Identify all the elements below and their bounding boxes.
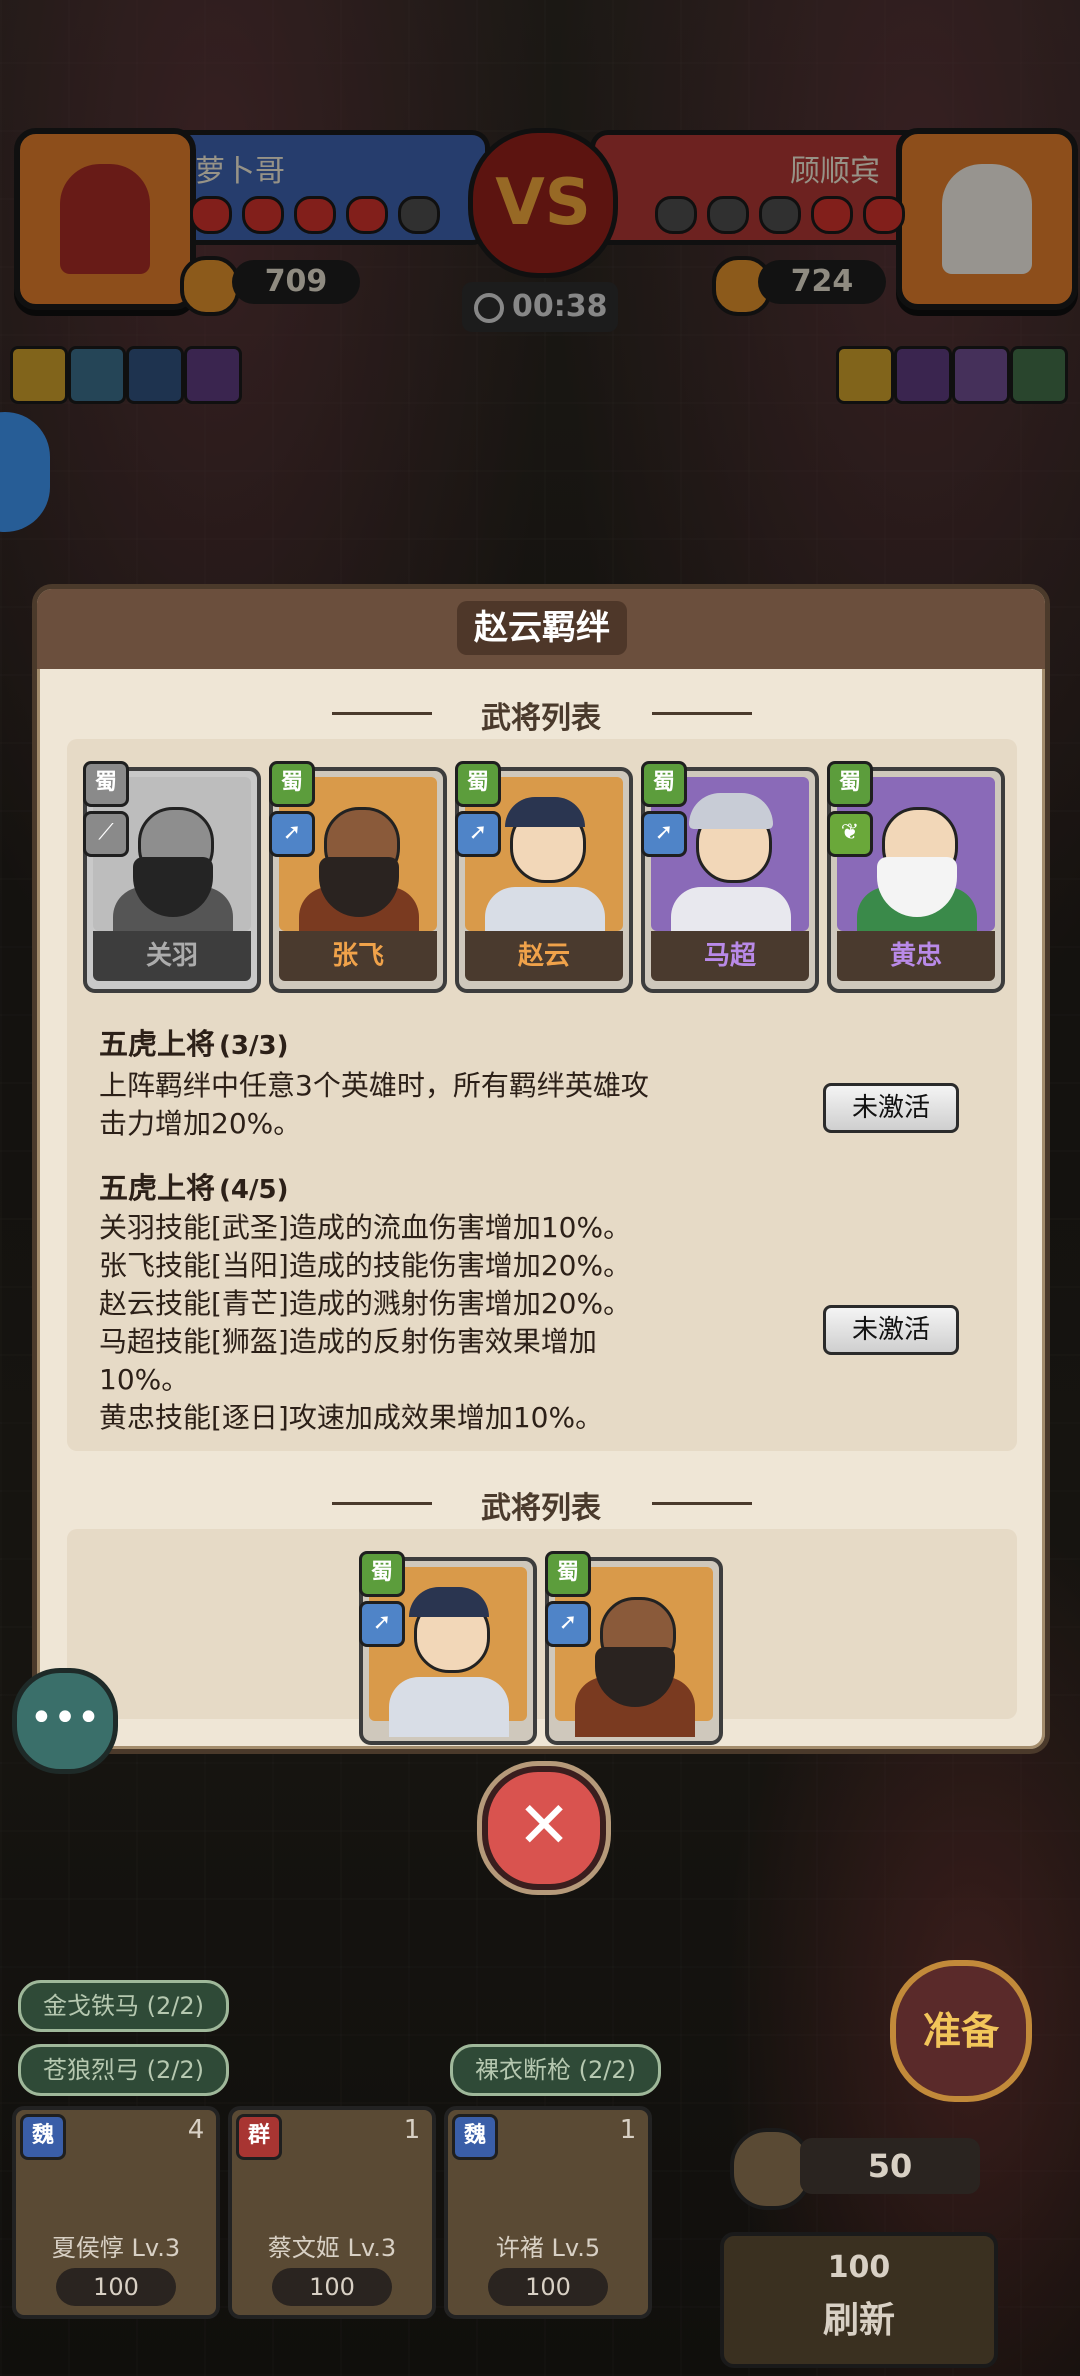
faction-badge: 蜀 [455, 761, 501, 807]
unit-cost: 100 [272, 2268, 392, 2306]
faction-badge: 蜀 [827, 761, 873, 807]
spear-icon: ➚ [359, 1601, 405, 1647]
spear-icon: ➚ [455, 811, 501, 857]
spear-icon: ➚ [641, 811, 687, 857]
star-count: 1 [619, 2115, 637, 2145]
refresh-cost: 100 [827, 2250, 891, 2285]
ready-button[interactable]: 准备 [890, 1960, 1032, 2102]
close-icon: ✕ [517, 1789, 571, 1863]
divider [652, 1502, 752, 1505]
bond-status-button[interactable]: 未激活 [823, 1305, 959, 1355]
unit-name: 蔡文姬 Lv.3 [267, 2234, 397, 2262]
portrait-body [389, 1677, 509, 1737]
gold-amount: 50 [800, 2138, 980, 2194]
synergy-tag[interactable]: 裸衣断枪 (2/2) [450, 2044, 661, 2096]
faction-badge: 蜀 [83, 761, 129, 807]
portrait-hair [505, 797, 585, 827]
blade-icon: ⟋ [83, 811, 129, 857]
bond-description: 关羽技能[武圣]造成的流血伤害增加10%。 张飞技能[当阳]造成的技能伤害增加2… [99, 1209, 819, 1437]
star-count: 1 [403, 2115, 421, 2145]
unit-cost: 100 [488, 2268, 608, 2306]
divider [652, 712, 752, 715]
shop-unit-card[interactable]: 魏 1 许褚 Lv.5 100 [444, 2106, 652, 2319]
close-button[interactable]: ✕ [482, 1766, 606, 1890]
refresh-label: 刷新 [822, 2300, 895, 2341]
faction-badge: 蜀 [641, 761, 687, 807]
bond-line: 关羽技能[武圣]造成的流血伤害增加10%。 [99, 1211, 632, 1244]
shop-unit-card[interactable]: 魏 4 夏侯惇 Lv.3 100 [12, 2106, 220, 2319]
bond-line: 马超技能[狮盔]造成的反射伤害效果增加 [99, 1325, 597, 1358]
modal-title: 赵云羁绊 [457, 601, 627, 655]
generals-panel-2 [67, 1529, 1017, 1719]
unit-name: 许褚 Lv.5 [495, 2234, 601, 2262]
general-name: 赵云 [465, 931, 623, 981]
star-count: 4 [187, 2115, 205, 2145]
spear-icon: ➚ [545, 1601, 591, 1647]
faction-badge: 魏 [20, 2114, 66, 2160]
bond-line: 击力增加20%。 [99, 1107, 302, 1140]
spear-icon: ➚ [269, 811, 315, 857]
faction-badge: 蜀 [545, 1551, 591, 1597]
bond-title: 五虎上将 (3/3) [99, 1021, 288, 1063]
synergy-tag[interactable]: 苍狼烈弓 (2/2) [18, 2044, 229, 2096]
bond-description: 上阵羁绊中任意3个英雄时，所有羁绊英雄攻 击力增加20%。 [99, 1067, 799, 1143]
bond-count: (3/3) [219, 1031, 289, 1061]
bond-line: 上阵羁绊中任意3个英雄时，所有羁绊英雄攻 [99, 1069, 649, 1102]
general-name: 黄忠 [837, 931, 995, 981]
bond-line: 10%。 [99, 1363, 190, 1396]
synergy-tag[interactable]: 金戈铁马 (2/2) [18, 1980, 229, 2032]
general-name: 马超 [651, 931, 809, 981]
portrait-helmet [689, 793, 773, 829]
general-name: 张飞 [279, 931, 437, 981]
bond-line: 黄忠技能[逐日]攻速加成效果增加10%。 [99, 1401, 604, 1434]
bond-status-button[interactable]: 未激活 [823, 1083, 959, 1133]
faction-badge: 蜀 [269, 761, 315, 807]
faction-badge: 群 [236, 2114, 282, 2160]
bond-line: 赵云技能[青芒]造成的溅射伤害增加20%。 [99, 1287, 632, 1320]
leaf-icon: ❦ [827, 811, 873, 857]
unit-name: 夏侯惇 Lv.3 [51, 2234, 181, 2262]
general-name: 关羽 [93, 931, 251, 981]
bond-title: 五虎上将 (4/5) [99, 1165, 288, 1207]
chat-button[interactable]: ••• [12, 1668, 118, 1774]
faction-badge: 魏 [452, 2114, 498, 2160]
shop-unit-card[interactable]: 群 1 蔡文姬 Lv.3 100 [228, 2106, 436, 2319]
bond-title-text: 五虎上将 [99, 1027, 216, 1061]
chat-icon: ••• [29, 1695, 101, 1741]
bond-line: 张飞技能[当阳]造成的技能伤害增加20%。 [99, 1249, 632, 1282]
refresh-button[interactable]: 100 刷新 [720, 2232, 998, 2368]
bond-modal: 赵云羁绊 武将列表 关羽 蜀 ⟋ 张飞 蜀 ➚ 赵云 蜀 ➚ 马超 蜀 ➚ 黄忠… [32, 584, 1050, 1754]
faction-badge: 蜀 [359, 1551, 405, 1597]
ready-label: 准备 [922, 2009, 999, 2053]
portrait-hair [409, 1587, 489, 1617]
section-title-generals: 武将列表 [481, 701, 601, 736]
bond-count: (4/5) [219, 1175, 289, 1205]
bond-title-text: 五虎上将 [99, 1171, 216, 1205]
section-title-generals-2: 武将列表 [481, 1491, 601, 1526]
unit-cost: 100 [56, 2268, 176, 2306]
